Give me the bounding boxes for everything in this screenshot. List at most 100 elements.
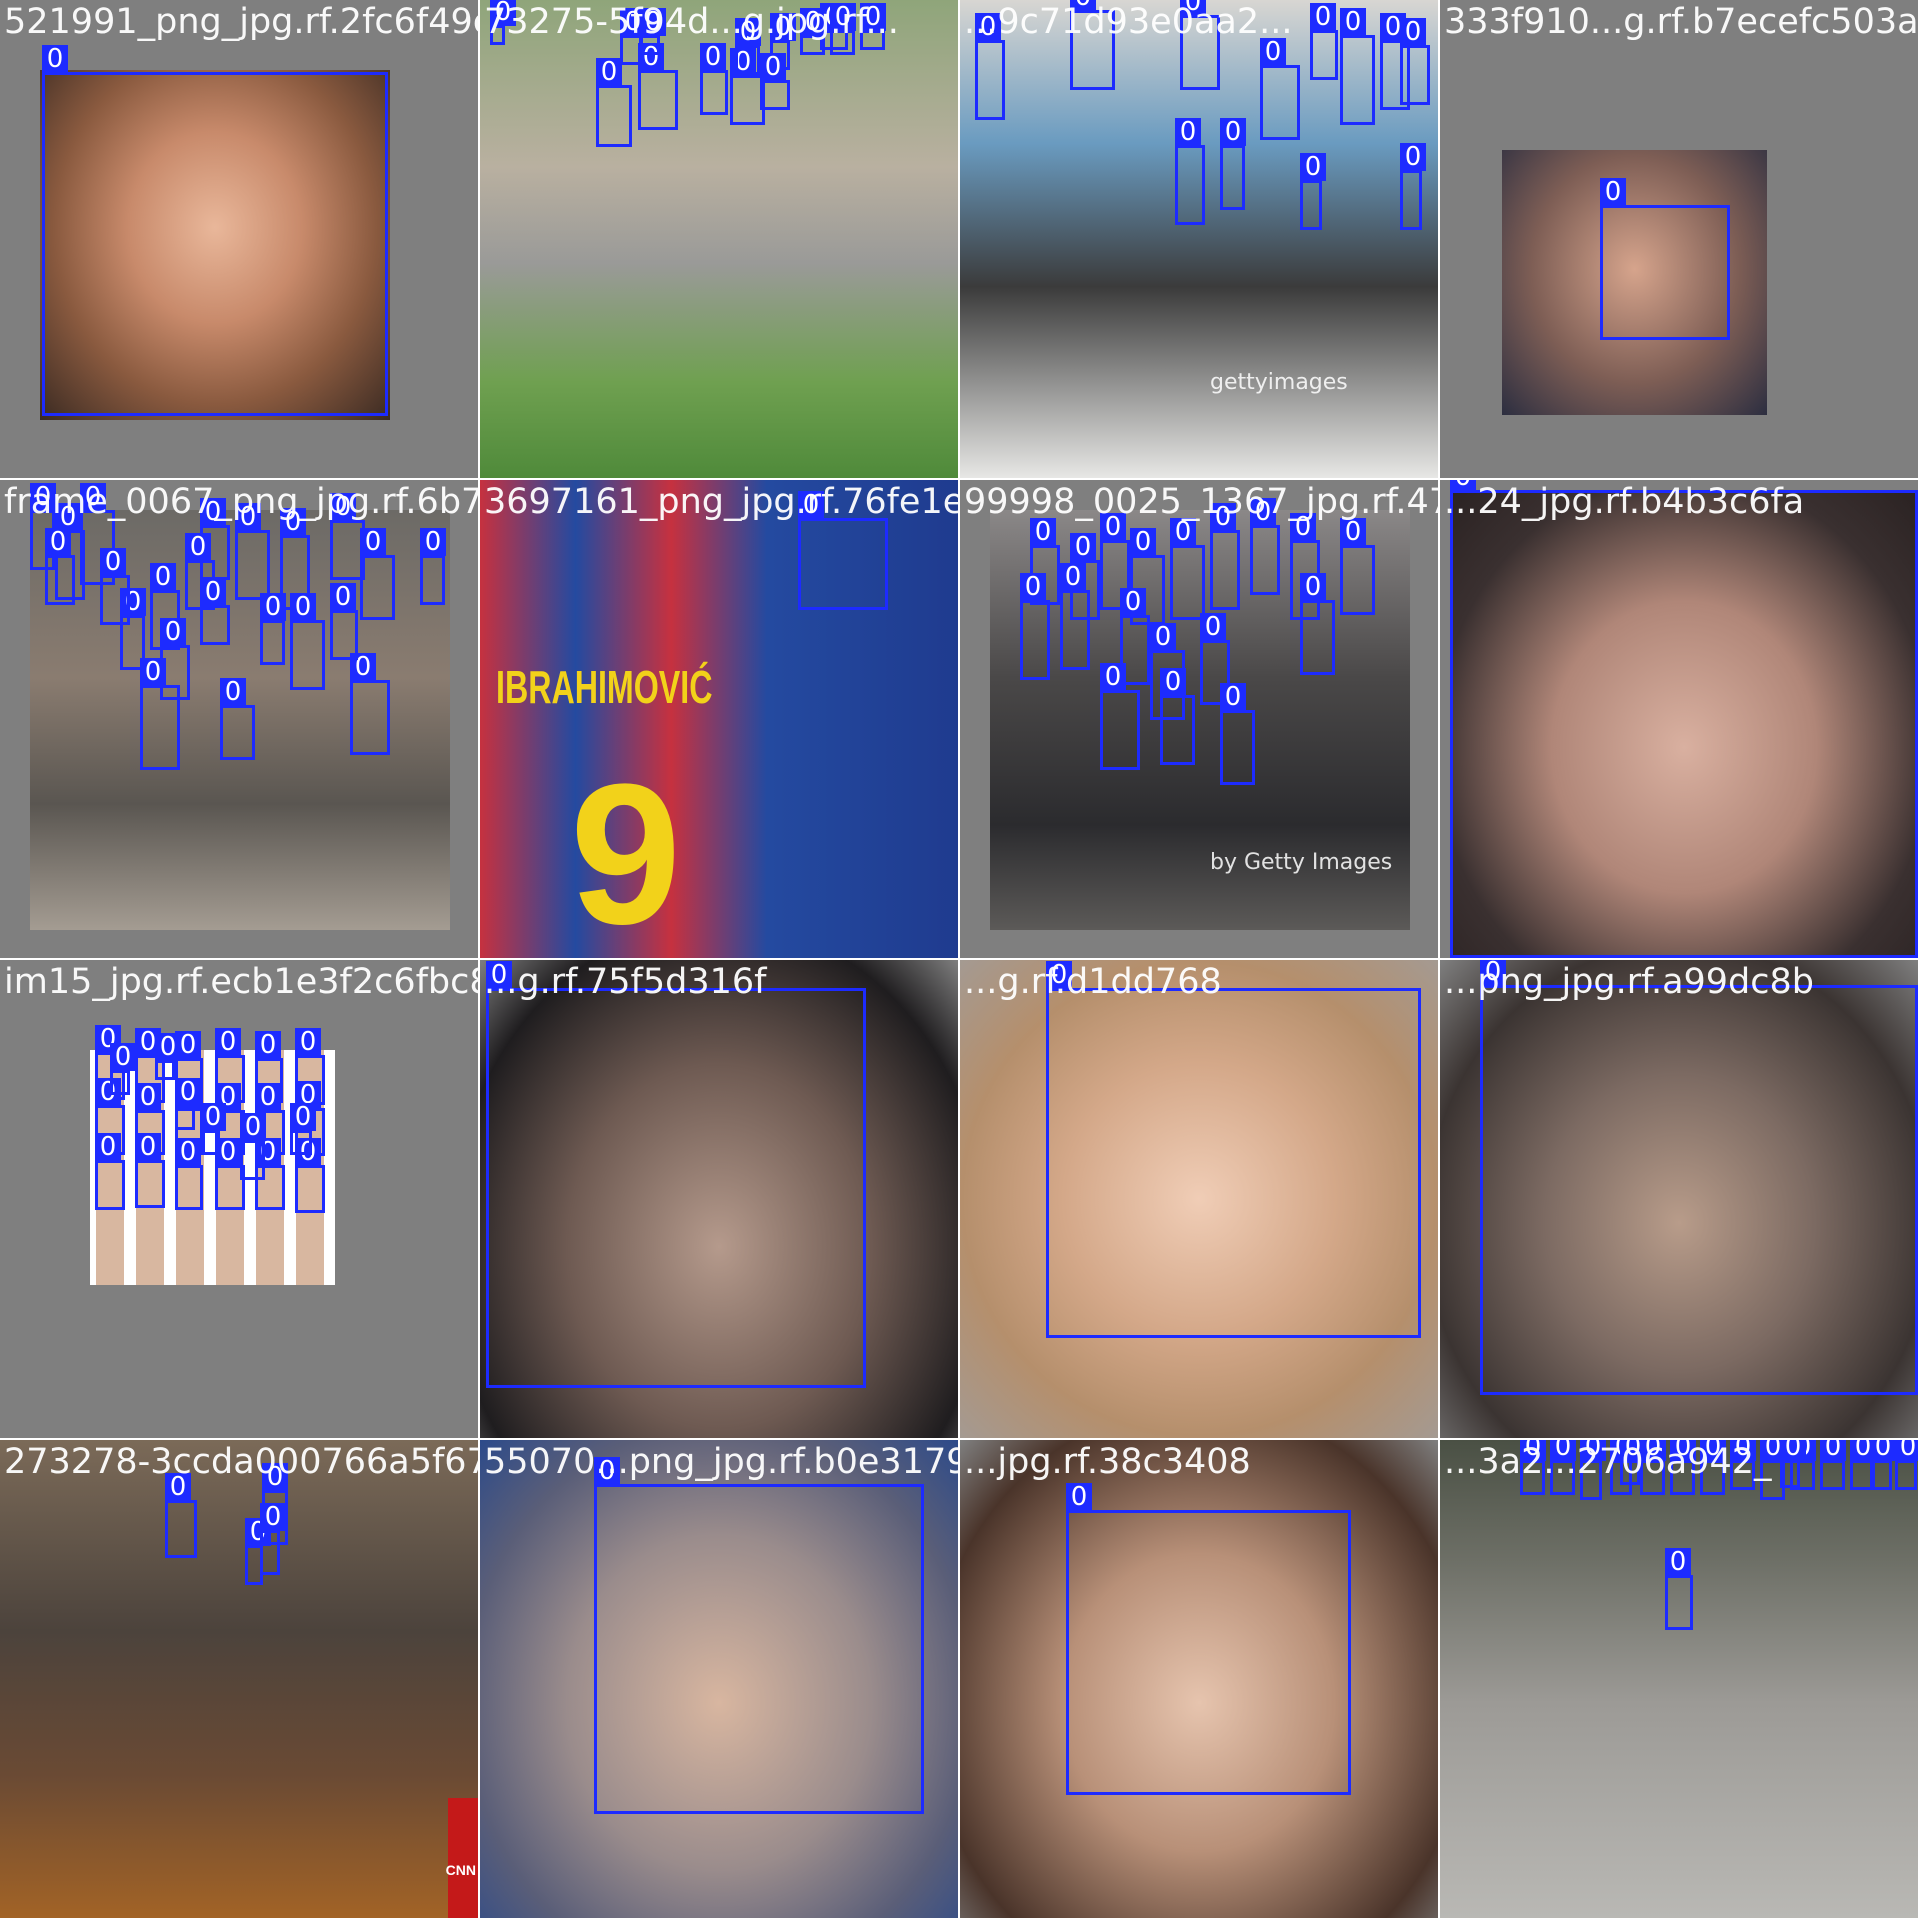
tile-filename-caption: 55070...png_jpg.rf.b0e3179 <box>484 1442 958 1482</box>
watermark-text: gettyimages <box>1210 370 1348 395</box>
detection-class-label: 0 <box>1870 1440 1896 1461</box>
detection-box: 0 <box>290 593 325 690</box>
detection-class-label: 0 <box>185 533 211 561</box>
detection-box: 0 <box>135 1133 165 1208</box>
detection-class-label: 0 <box>1895 1440 1918 1461</box>
mosaic-tile: 0 ...png_jpg.rf.a99dc8b <box>1440 960 1918 1438</box>
mosaic-tile: 0 0 0 0 0 0 0 0 0 0 0 0 0 0 0 0 0 0 0 0 0 0 frame_0067_png_jpg… <box>0 480 478 958</box>
detection-box: 0 <box>1450 480 1918 958</box>
tile-filename-caption: 3697161_png_jpg.rf.76fe1e2a <box>484 482 958 522</box>
mosaic-tile: 0 ...jpg.rf.38c3408 <box>960 1440 1438 1918</box>
detection-box: 0 <box>110 1043 136 1095</box>
tile-filename-caption: ...g.rf.75f5d316f <box>484 962 767 1002</box>
tile-photo <box>1440 1440 1918 1918</box>
detection-class-label: 0 <box>1665 1548 1691 1576</box>
tile-filename-caption: ...g.rf.d1dd768 <box>964 962 1222 1002</box>
tile-filename-caption: ...png_jpg.rf.a99dc8b <box>1444 962 1814 1002</box>
detection-class-label: 0 <box>330 583 356 611</box>
jersey-name-text: IBRAHIMOVIĆ <box>496 661 713 713</box>
detection-class-label: 0 <box>255 1031 281 1059</box>
detection-box: 0 <box>1340 8 1375 125</box>
mosaic-tile: 0 521991_png_jpg.rf.2fc6f49c8 <box>0 0 478 478</box>
detection-box: 0 <box>95 1133 125 1210</box>
detection-class-label: 0 <box>1300 153 1326 181</box>
tile-filename-caption: 73275-5f94d...g.jpg.rf... <box>484 2 899 42</box>
detection-class-label: 0 <box>160 618 186 646</box>
detection-class-label: 0 <box>1175 118 1201 146</box>
tile-filename-caption: im15_jpg.rf.ecb1e3f2c6fbc80 <box>4 962 478 1002</box>
detection-class-label: 0 <box>1070 533 1096 561</box>
detection-box: 0 <box>100 548 130 625</box>
detection-class-label: 0 <box>1340 8 1366 36</box>
detection-class-label: 0 <box>1200 613 1226 641</box>
detection-class-label: 0 <box>150 563 176 591</box>
mosaic-tile: IBRAHIMOVIĆ 9 0 3697161_png_jpg.rf.76fe1e2a <box>480 480 958 958</box>
detection-class-label: 0 <box>1160 668 1186 696</box>
detection-class-label: 0 <box>360 528 386 556</box>
detection-class-label: 0 <box>140 658 166 686</box>
detection-class-label: 0 <box>1066 1483 1092 1511</box>
detection-class-label: 0 <box>135 1133 161 1161</box>
tile-photo <box>0 1440 478 1918</box>
detection-class-label: 0 <box>200 578 226 606</box>
detection-class-label: 0 <box>1820 1440 1846 1461</box>
tile-filename-caption: ...9c71d93e0aa2... <box>964 2 1293 42</box>
detection-class-label: 0 <box>200 1103 226 1131</box>
detection-class-label: 0 <box>1150 623 1176 651</box>
detection-box: 0 <box>1046 961 1421 1338</box>
detection-box: 0 <box>975 13 1005 120</box>
detection-class-label: 0 <box>255 1083 281 1111</box>
detection-box: 0 <box>760 53 790 110</box>
detection-box: 0 <box>798 491 888 610</box>
detection-box: 0 <box>700 43 728 115</box>
detection-class-label: 0 <box>1780 1440 1806 1461</box>
detection-box: 0 <box>1060 563 1090 670</box>
detection-box: 0 <box>1665 1548 1693 1630</box>
tile-filename-caption: 521991_png_jpg.rf.2fc6f49c8 <box>4 2 478 42</box>
detection-box: 0 <box>1300 153 1326 230</box>
detection-box: 0 <box>360 528 395 620</box>
detection-box: 0 <box>596 58 632 147</box>
detection-box: 0 <box>295 1138 325 1213</box>
watermark-text: by Getty Images <box>1210 850 1393 875</box>
detection-box: 0 <box>220 678 255 760</box>
detection-box: 0 <box>1400 143 1426 230</box>
mosaic-tile: gettyimages000000000000...9c71d93e0aa2..… <box>960 0 1438 478</box>
detection-box: 0 <box>1600 178 1730 340</box>
detection-box: 0 <box>1020 573 1050 680</box>
detection-class-label: 0 <box>596 58 622 86</box>
detection-box: 0 <box>260 1503 286 1575</box>
detection-class-label: 0 <box>1220 683 1246 711</box>
detection-box: 0 <box>1066 1483 1351 1795</box>
detection-box: 0 <box>1780 1440 1806 1488</box>
detection-class-label: 0 <box>700 43 726 71</box>
detection-class-label: 0 <box>295 1028 321 1056</box>
detection-box: 0 <box>1400 18 1430 105</box>
detection-box: 0 <box>350 653 390 755</box>
detection-class-label: 0 <box>1340 518 1366 546</box>
detection-box: 0 <box>1250 498 1280 595</box>
detection-class-label: 0 <box>760 53 786 81</box>
detection-box: 0 <box>1220 118 1246 210</box>
detection-class-label: 0 <box>110 1043 136 1071</box>
detection-box: 0 <box>1260 38 1300 140</box>
news-logo: CNN <box>446 1798 478 1918</box>
detection-class-label: 0 <box>1130 528 1156 556</box>
detection-box: 0 <box>45 528 75 605</box>
detection-class-label: 0 <box>175 1138 201 1166</box>
detection-box: 0 <box>330 583 358 660</box>
detection-box: 0 <box>42 45 388 416</box>
detection-class-label: 0 <box>1260 38 1286 66</box>
detection-box: 0 <box>1310 3 1338 80</box>
detection-box: 0 <box>638 43 678 130</box>
detection-box: 0 <box>165 1473 197 1558</box>
detection-box: 0 <box>1175 118 1205 225</box>
mosaic-tile: by Getty Images 0 0 0 0 0 0 0 0 0 0 0 0 0 0 0 0 0 0 99998_0… <box>960 480 1438 958</box>
detection-class-label: 0 <box>1060 563 1086 591</box>
detection-class-label: 0 <box>260 1503 286 1531</box>
detection-box: 0 <box>235 503 270 600</box>
detection-box: 0 <box>140 658 180 770</box>
detection-class-label: 0 <box>175 1078 201 1106</box>
detection-box: 0 <box>420 528 446 605</box>
detection-class-label: 0 <box>45 528 71 556</box>
